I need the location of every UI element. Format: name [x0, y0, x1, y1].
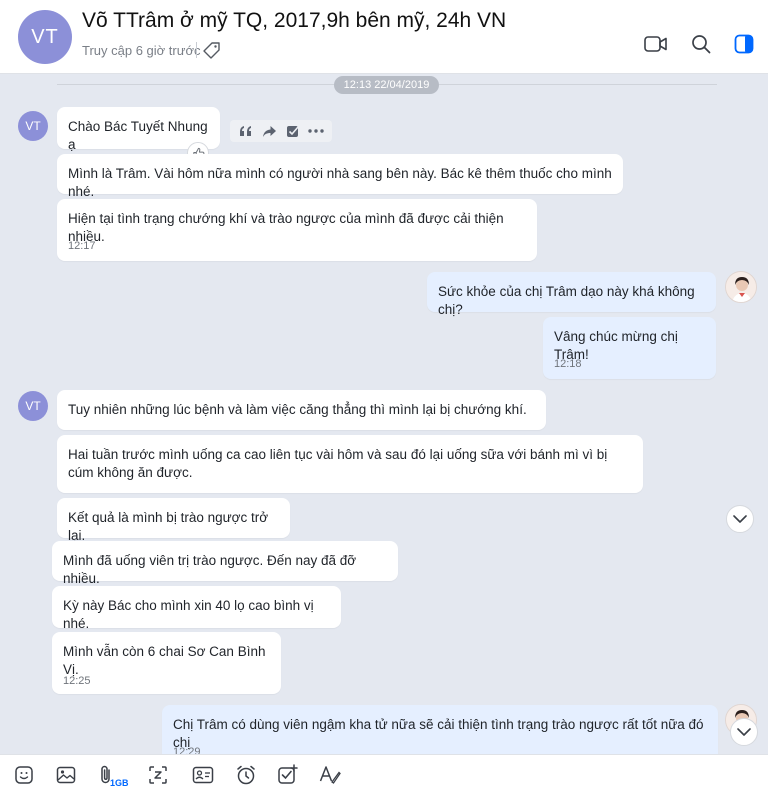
attach-size-badge: 1GB [110, 778, 129, 788]
contact-avatar[interactable]: VT [18, 10, 72, 64]
message-time: 12:18 [554, 358, 582, 370]
screenshot-icon[interactable] [147, 764, 169, 786]
contact-card-icon[interactable] [192, 764, 214, 786]
message-text: Hai tuần trước mình uống ca cao liên tục… [68, 447, 608, 480]
more-icon[interactable] [306, 121, 326, 141]
message-bubble[interactable]: Hai tuần trước mình uống ca cao liên tục… [57, 435, 643, 493]
contact-avatar-small[interactable]: VT [18, 111, 48, 141]
tag-icon[interactable] [203, 41, 221, 59]
scroll-down-button[interactable] [726, 505, 754, 533]
select-icon[interactable] [283, 121, 303, 141]
message-bubble[interactable]: Kỳ này Bác cho mình xin 40 lọ cao bình v… [52, 586, 341, 631]
message-text: Mình đã uống viên trị trào ngược. Đến na… [63, 553, 357, 586]
message-action-bar [230, 120, 332, 142]
message-text: Kỳ này Bác cho mình xin 40 lọ cao bình v… [63, 598, 314, 631]
todo-icon[interactable] [277, 764, 299, 786]
conversation-title[interactable]: Võ TTrâm ở mỹ TQ, 2017,9h bên mỹ, 24h VN [82, 9, 506, 33]
video-call-icon[interactable] [644, 32, 668, 56]
message-text: Chị Trâm có dùng viên ngậm kha tử nữa sẽ… [173, 717, 704, 750]
message-text: Hiện tại tình trạng chướng khí và trào n… [68, 211, 504, 244]
message-time: 12:25 [63, 675, 91, 687]
composer-toolbar: 1GB [0, 754, 768, 792]
message-time: 12:29 [173, 746, 201, 754]
quote-icon[interactable] [236, 121, 256, 141]
message-bubble[interactable]: Hiện tại tình trạng chướng khí và trào n… [57, 199, 537, 261]
message-bubble[interactable]: Tuy nhiên những lúc bệnh và làm việc căn… [57, 390, 546, 430]
image-icon[interactable] [55, 764, 77, 786]
last-seen-status: Truy cập 6 giờ trước [82, 43, 201, 58]
message-text: Kết quả là mình bị trào ngược trở lại. [68, 510, 269, 543]
sidebar-toggle-icon[interactable] [732, 32, 756, 56]
message-text: Mình vẫn còn 6 chai Sơ Can Bình Vị. [63, 644, 266, 677]
chat-header: VT Võ TTrâm ở mỹ TQ, 2017,9h bên mỹ, 24h… [0, 0, 768, 74]
forward-icon[interactable] [259, 121, 279, 141]
message-text: Tuy nhiên những lúc bệnh và làm việc căn… [68, 402, 527, 417]
sticker-icon[interactable] [13, 764, 35, 786]
search-icon[interactable] [689, 32, 713, 56]
message-bubble-outgoing[interactable]: Chị Trâm có dùng viên ngậm kha tử nữa sẽ… [162, 705, 718, 754]
my-avatar[interactable] [725, 271, 757, 303]
message-text: Mình là Trâm. Vài hôm nữa mình có người … [68, 166, 612, 199]
message-bubble-outgoing[interactable]: Sức khỏe của chị Trâm dạo này khá không … [427, 272, 716, 317]
message-text: Sức khỏe của chị Trâm dạo này khá không … [438, 284, 695, 317]
subtitle-divider [196, 42, 197, 58]
message-bubble-outgoing[interactable]: Vâng chúc mừng chị Trâm! 12:18 [543, 317, 716, 379]
message-bubble[interactable]: Mình vẫn còn 6 chai Sơ Can Bình Vị. 12:2… [52, 632, 281, 694]
scroll-to-latest-button[interactable] [730, 718, 758, 746]
text-format-icon[interactable] [319, 764, 341, 786]
message-bubble[interactable]: Mình là Trâm. Vài hôm nữa mình có người … [57, 154, 623, 199]
message-bubble[interactable]: Kết quả là mình bị trào ngược trở lại. [57, 498, 290, 543]
contact-avatar-small[interactable]: VT [18, 391, 48, 421]
reminder-icon[interactable] [235, 764, 257, 786]
date-divider-label: 12:13 22/04/2019 [334, 76, 439, 94]
message-list[interactable]: 12:13 22/04/2019 VT Chào Bác Tuyết Nhung… [0, 74, 768, 754]
message-bubble[interactable]: Mình đã uống viên trị trào ngược. Đến na… [52, 541, 398, 586]
message-time: 12:17 [68, 240, 96, 252]
